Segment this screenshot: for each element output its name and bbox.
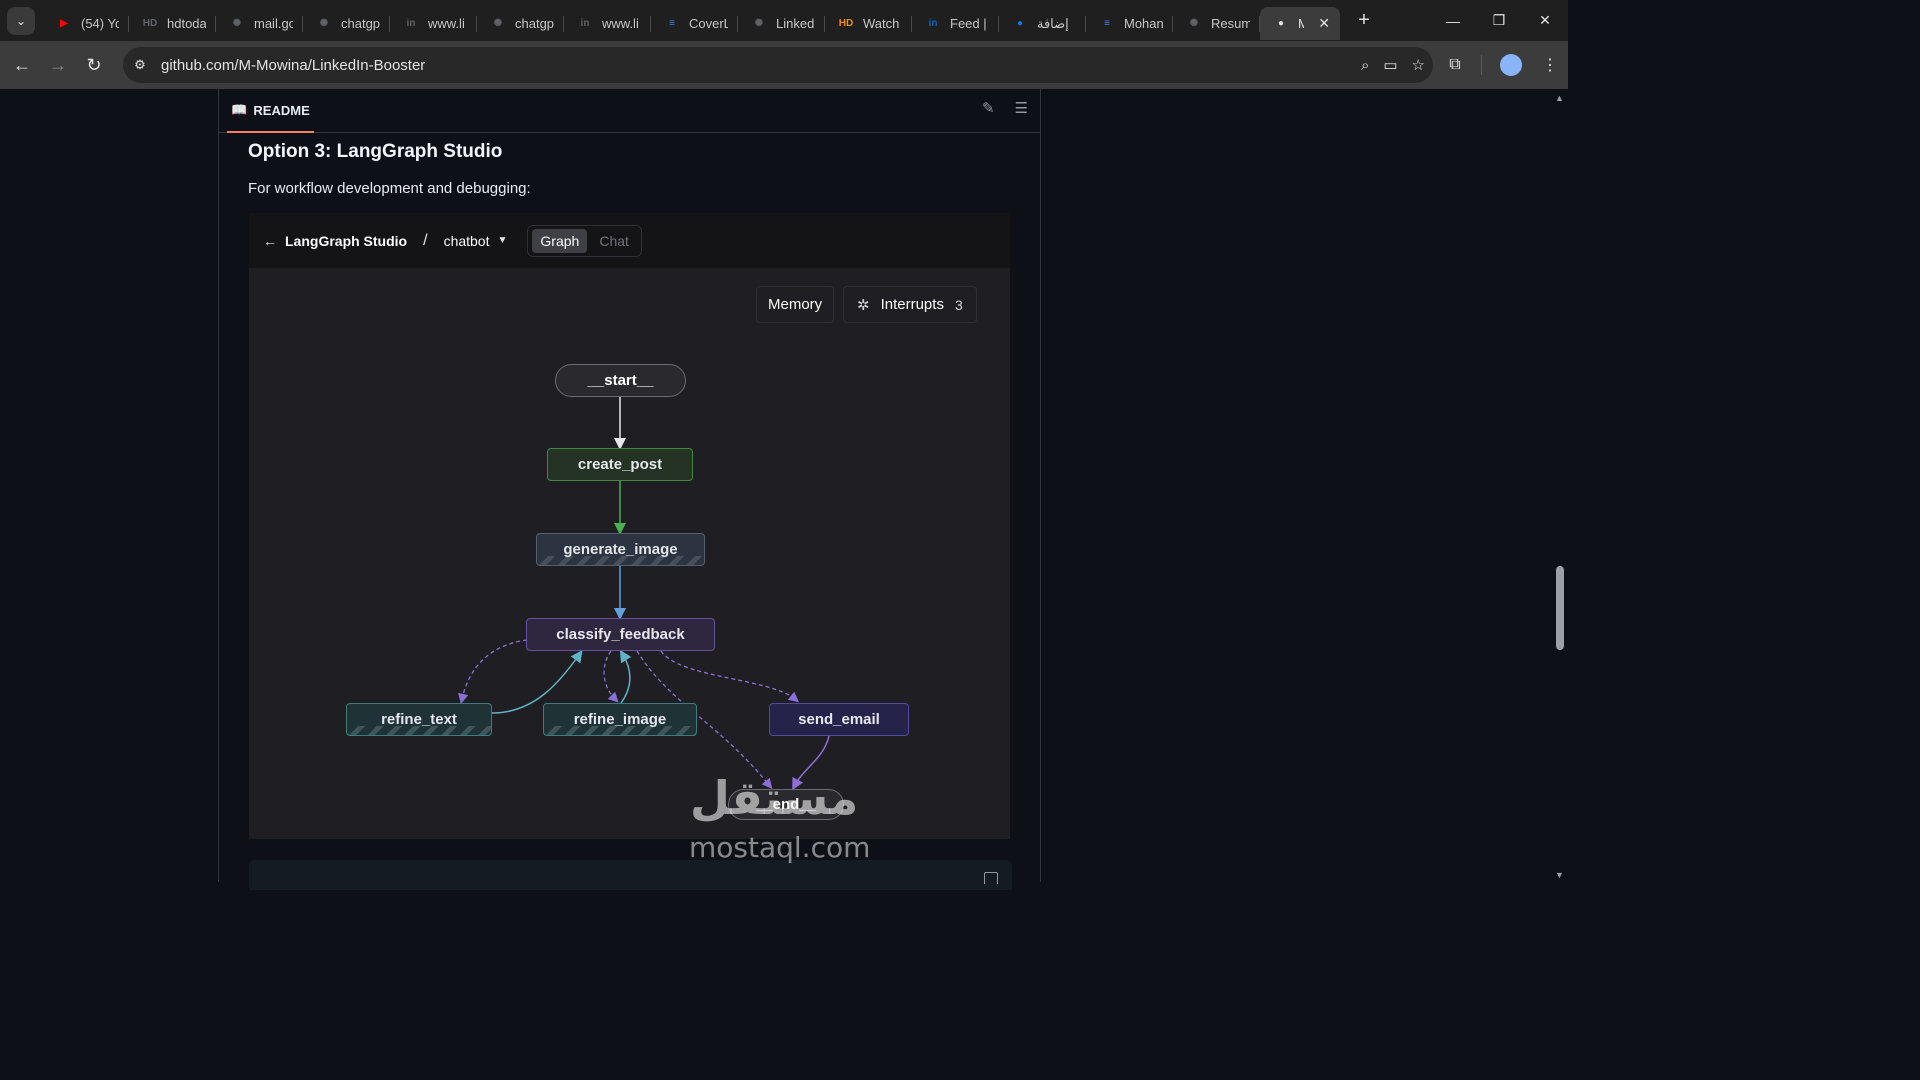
tab-title: CoverL — [689, 16, 728, 31]
address-bar[interactable]: ⚙ github.com/M-Mowina/LinkedIn-Booster ⌕… — [123, 47, 1433, 83]
url-text[interactable]: github.com/M-Mowina/LinkedIn-Booster — [161, 57, 425, 74]
tab-title: www.li — [602, 16, 639, 31]
youtube-icon: ▶ — [60, 18, 68, 29]
openai-icon: ✺ — [1189, 18, 1199, 29]
tab-title: M- — [1298, 16, 1305, 31]
section-heading: Option 3: LangGraph Studio — [248, 141, 503, 162]
page-scrollbar[interactable]: ▲ ▼ — [1552, 89, 1568, 882]
tab-title: Linked — [776, 16, 815, 31]
tab-title: Mohan — [1124, 16, 1163, 31]
node-classify-feedback: classify_feedback — [526, 618, 715, 651]
close-window-icon[interactable]: ✕ — [1522, 0, 1568, 41]
site-info-icon[interactable]: ⚙ — [127, 52, 153, 78]
openai-icon: ✺ — [754, 18, 764, 29]
new-tab-button[interactable]: + — [1350, 9, 1378, 32]
browser-tab[interactable]: ● M- ✕ — [1260, 7, 1340, 40]
openai-icon: ✺ — [232, 18, 242, 29]
copy-icon[interactable] — [984, 872, 998, 884]
code-block — [249, 860, 1012, 890]
readme-tab-label: README — [253, 102, 310, 118]
restore-icon[interactable]: ❐ — [1476, 0, 1522, 41]
toolbar-divider — [1481, 55, 1482, 75]
edge-classify-sendemail — [660, 650, 800, 703]
scroll-up-icon[interactable]: ▲ — [1555, 93, 1564, 103]
github-icon: ● — [1277, 18, 1285, 29]
github-page: 📖 README ✎ ☰ Option 3: LangGraph Studio … — [0, 89, 1568, 890]
readme-panel: 📖 README ✎ ☰ Option 3: LangGraph Studio … — [218, 89, 1041, 890]
bookmark-star-icon[interactable]: ☆ — [1412, 56, 1425, 74]
tab-title: Watch — [863, 16, 900, 31]
window-controls: — ❐ ✕ — [1430, 0, 1568, 41]
graph-edges — [458, 397, 830, 791]
section-paragraph: For workflow development and debugging: — [248, 180, 531, 197]
node-create-post: create_post — [547, 448, 693, 481]
install-app-icon[interactable]: ▭ — [1383, 56, 1397, 74]
watermark-logo: مستقل — [690, 771, 859, 825]
openai-icon: ✺ — [493, 18, 503, 29]
linkedin-icon: in — [928, 18, 938, 29]
edge-refineimage-classify — [619, 649, 632, 704]
back-icon[interactable]: ← — [4, 47, 40, 83]
edge-classify-refinetext — [458, 639, 528, 705]
tab-title: Resum — [1211, 16, 1250, 31]
langgraph-studio-screenshot: ← LangGraph Studio / chatbot ▼ Graph Cha… — [249, 213, 1010, 839]
browser-tab[interactable]: HD Watch — [825, 7, 912, 40]
doc-icon: ≡ — [669, 18, 675, 29]
minimize-icon[interactable]: — — [1430, 0, 1476, 41]
kebab-menu-icon[interactable]: ⋮ — [1532, 55, 1568, 75]
extensions-icon[interactable]: ⧉ — [1437, 56, 1473, 74]
scrollbar-thumb[interactable] — [1556, 566, 1564, 650]
tab-title: chatgp — [515, 16, 554, 31]
tab-title: إضافة — [1037, 15, 1069, 31]
readme-header: 📖 README ✎ ☰ — [219, 89, 1040, 133]
watermark-site: mostaql.com — [689, 831, 871, 864]
browser-tab[interactable]: ≡ Mohan — [1086, 7, 1173, 40]
browser-tab[interactable]: ✺ Resum — [1173, 7, 1260, 40]
node-send-email: send_email — [769, 703, 909, 736]
tab-title: Feed | L — [950, 16, 989, 31]
browser-tab[interactable]: ≡ CoverL — [651, 7, 738, 40]
edge-classify-refineimage — [603, 650, 619, 703]
browser-tab[interactable]: ✺ chatgp — [477, 7, 564, 40]
globe-icon: HD — [142, 18, 158, 29]
browser-tab[interactable]: in www.li — [390, 7, 477, 40]
tab-title: chatgp — [341, 16, 380, 31]
tab-title: www.li — [428, 16, 465, 31]
doc-icon: ≡ — [1104, 18, 1110, 29]
browser-tab[interactable]: in Feed | L — [912, 7, 999, 40]
outline-list-icon[interactable]: ☰ — [1015, 99, 1028, 117]
linkedin-icon: in — [406, 18, 416, 29]
openai-icon: ✺ — [319, 18, 329, 29]
tab-search-chevron-icon[interactable]: ⌄ — [7, 6, 35, 35]
forward-icon[interactable]: → — [40, 47, 76, 83]
hd-icon: HD — [838, 18, 854, 29]
tab-title: hdtoda — [167, 16, 206, 31]
browser-tab[interactable]: HD hdtoda — [129, 7, 216, 40]
reload-icon[interactable]: ↻ — [76, 47, 112, 83]
browser-tab[interactable]: ✺ chatgp — [303, 7, 390, 40]
profile-avatar[interactable] — [1500, 54, 1522, 76]
close-tab-icon[interactable]: ✕ — [1318, 15, 1330, 32]
browser-tab[interactable]: ✺ mail.go — [216, 7, 303, 40]
tab-title: (54) You — [81, 16, 119, 31]
tab-strip: ⌄ ▶ (54) You HD hdtoda ✺ mail.go ✺ chatgp in www.… — [0, 0, 1568, 41]
node-refine-text: refine_text — [346, 703, 492, 736]
browser-tab[interactable]: ▶ (54) You — [43, 7, 129, 40]
linkedin-icon: in — [580, 18, 590, 29]
scroll-down-icon[interactable]: ▼ — [1555, 870, 1564, 880]
browser-tab[interactable]: ● إضافة — [999, 7, 1086, 40]
node-refine-image: refine_image — [543, 703, 697, 736]
browser-tab[interactable]: ✺ Linked — [738, 7, 825, 40]
tab-list: ▶ (54) You HD hdtoda ✺ mail.go ✺ chatgp in www.li… — [43, 0, 1340, 41]
node-start: __start__ — [555, 364, 686, 397]
browser-tab[interactable]: in www.li — [564, 7, 651, 40]
edit-pencil-icon[interactable]: ✎ — [982, 99, 995, 117]
node-generate-image: generate_image — [536, 533, 705, 566]
readme-tab[interactable]: 📖 README — [227, 89, 314, 133]
circle-icon: ● — [1016, 18, 1024, 29]
book-icon: 📖 — [231, 102, 248, 117]
tab-title: mail.go — [254, 16, 293, 31]
zoom-icon[interactable]: ⌕ — [1361, 57, 1369, 74]
browser-toolbar: ← → ↻ ⚙ github.com/M-Mowina/LinkedIn-Boo… — [0, 41, 1568, 89]
